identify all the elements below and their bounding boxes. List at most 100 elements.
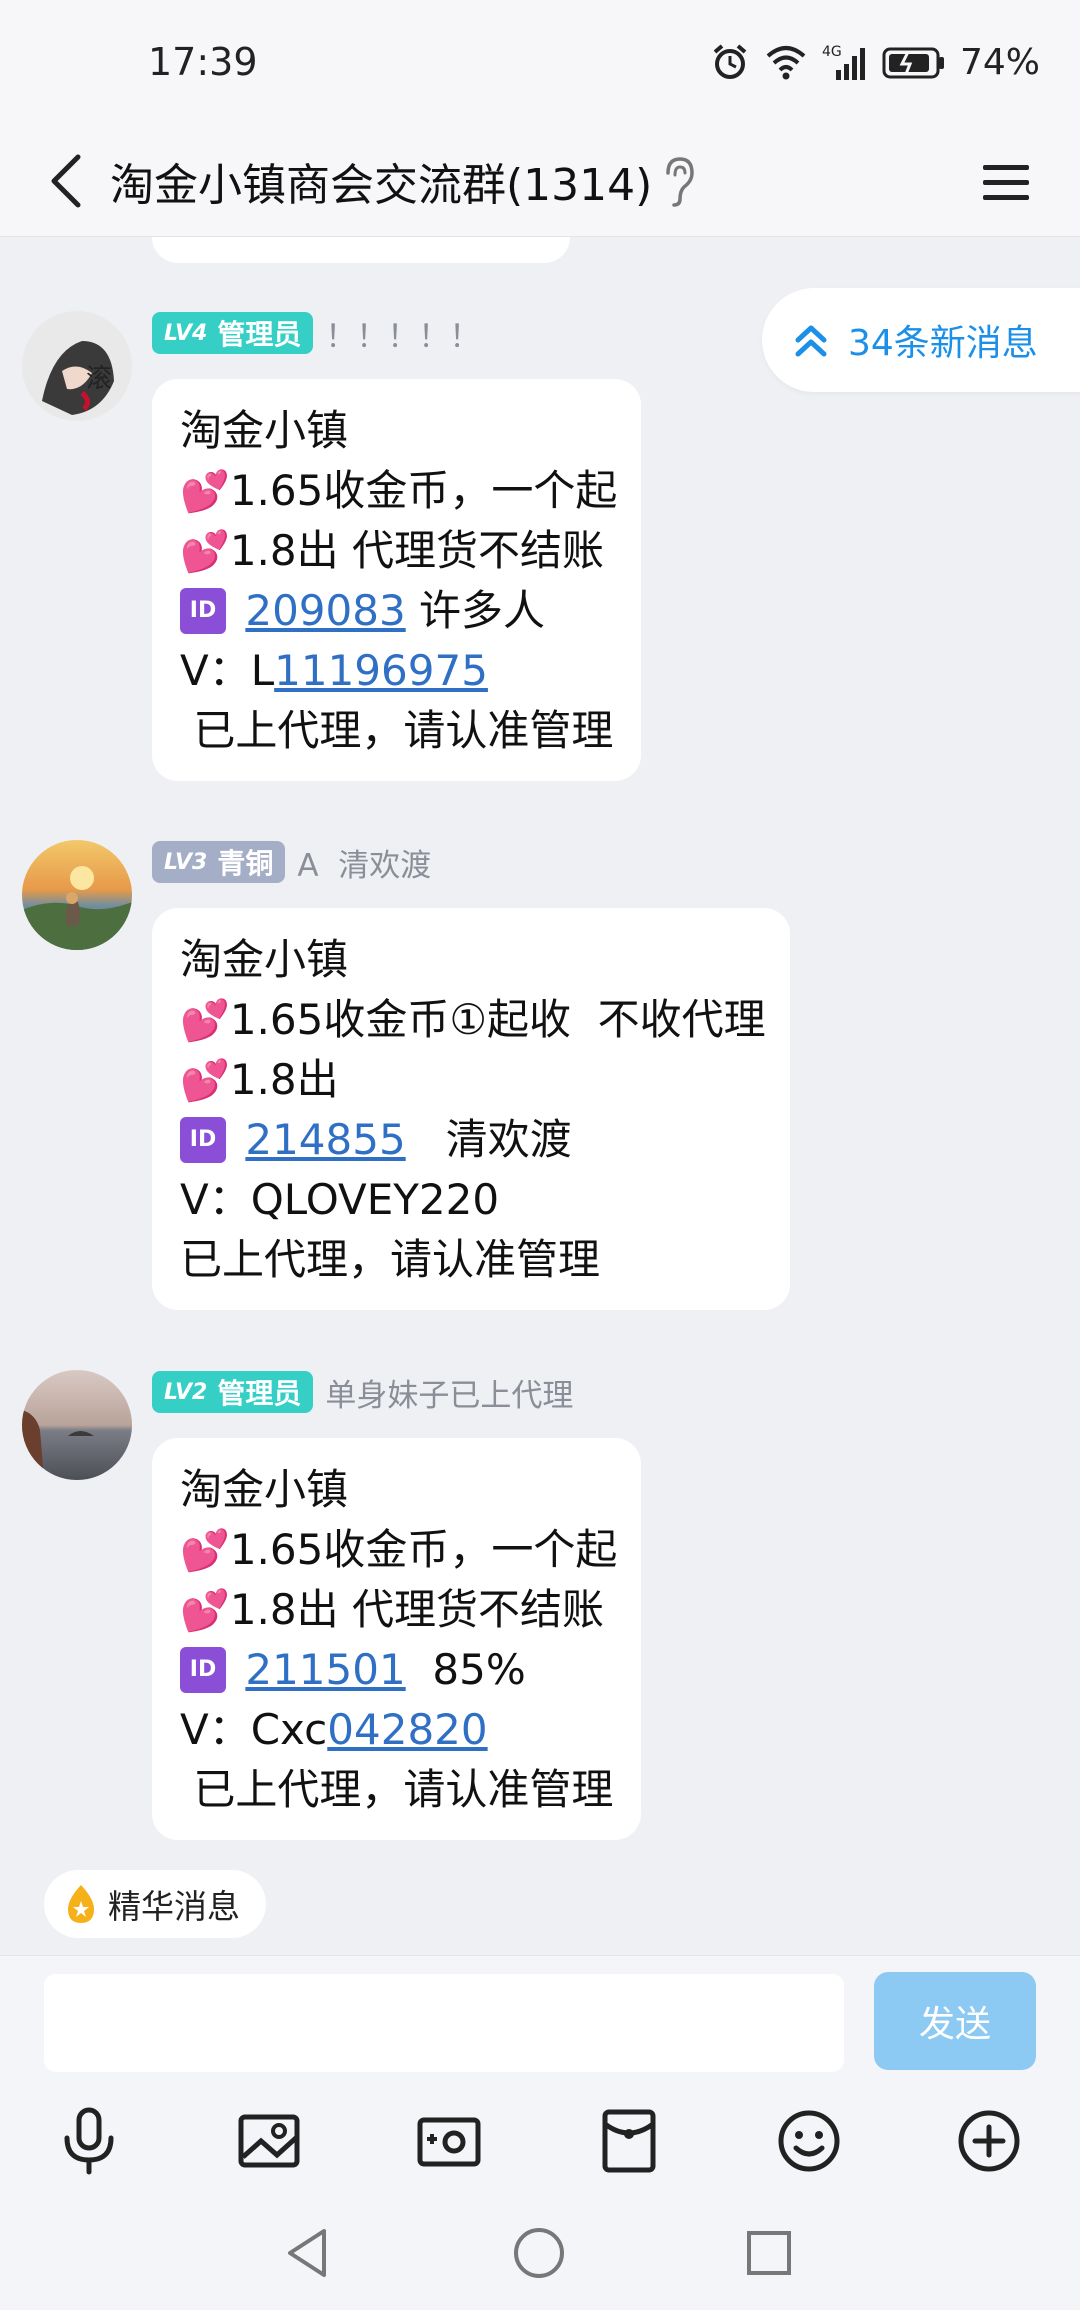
status-icons: 4G 74% <box>710 40 1040 84</box>
message-line: 淘金小镇 <box>180 406 349 455</box>
nav-back-icon <box>288 2229 326 2277</box>
message-bubble[interactable]: 淘金小镇 💕1.65收金币，一个起 💕1.8出 代理货不结账 ID 209083… <box>152 379 642 781</box>
ear-icon[interactable] <box>660 153 700 209</box>
message-line: ID 214855 清欢渡 <box>180 1110 766 1170</box>
menu-button[interactable] <box>968 145 1044 221</box>
message-line: V：Cxc042820 <box>180 1705 488 1754</box>
phone-link[interactable]: 042820 <box>327 1705 487 1754</box>
status-time: 17:39 <box>148 40 258 84</box>
flame-icon <box>68 1885 94 1923</box>
back-arrow-icon <box>51 154 81 208</box>
back-button[interactable] <box>28 143 104 219</box>
message-line: 💕1.8出 代理货不结账 <box>180 1585 604 1634</box>
more-button[interactable] <box>944 2096 1034 2186</box>
message-line: 已上代理，请认准管理 <box>180 706 614 755</box>
message-line: ID 211501 85% <box>180 1640 617 1700</box>
red-packet-icon <box>602 2109 656 2173</box>
message-line: 淘金小镇 <box>180 1465 349 1514</box>
message-line: 💕1.8出 代理货不结账 <box>180 526 604 575</box>
emoji-icon <box>778 2110 840 2172</box>
message-bubble[interactable]: 淘金小镇 💕1.65收金币，一个起 💕1.8出 代理货不结账 ID 211501… <box>152 1438 642 1840</box>
group-title: 淘金小镇商会交流群(1314) <box>110 160 653 211</box>
image-button[interactable] <box>224 2096 314 2186</box>
heart-icon: 💕 <box>180 529 230 575</box>
role-label: 管理员 <box>217 1377 302 1410</box>
message-input[interactable] <box>44 1974 844 2072</box>
heart-icon: 💕 <box>180 469 230 515</box>
alarm-icon <box>713 44 747 79</box>
svg-text:滚: 滚 <box>86 364 112 394</box>
level-label: LV2 <box>164 1379 208 1405</box>
sender-name[interactable]: A 清欢渡 <box>297 840 431 885</box>
microphone-icon <box>64 2107 114 2175</box>
id-icon: ID <box>180 1116 226 1163</box>
new-messages-label: 34条新消息 <box>848 323 1038 364</box>
red-packet-button[interactable] <box>584 2096 674 2186</box>
phone-link[interactable]: 11196975 <box>274 646 488 695</box>
heart-icon: 💕 <box>180 998 230 1044</box>
message-line: 💕1.8出 <box>180 1055 339 1104</box>
level-badge: LV3 青铜 <box>152 841 286 883</box>
role-label: 管理员 <box>217 318 302 351</box>
avatar-image <box>22 840 132 950</box>
level-badge: LV2 管理员 <box>152 1371 314 1413</box>
camera-icon <box>417 2117 481 2167</box>
signal-icon: 4G <box>822 44 865 80</box>
camera-button[interactable] <box>404 2096 494 2186</box>
sender-line: LV2 管理员 单身妹子已上代理 <box>152 1370 573 1414</box>
sender-name[interactable]: 单身妹子已上代理 <box>325 1370 573 1415</box>
message-line: V：L11196975 <box>180 646 488 695</box>
battery-percent: 74% <box>959 41 1040 83</box>
message-line: 淘金小镇 <box>180 935 349 984</box>
avatar[interactable]: 滚 <box>22 311 132 421</box>
system-nav-bar <box>0 2200 1080 2310</box>
menu-icon <box>983 165 1029 200</box>
plus-icon <box>958 2110 1020 2172</box>
new-messages-button[interactable]: 34条新消息 <box>762 288 1080 392</box>
id-icon: ID <box>180 587 226 634</box>
chat-area[interactable]: 滚 LV4 管理员 ！！！！！ 淘金小镇 💕1.65收金币，一个起 💕1.8出 … <box>0 237 1080 1857</box>
id-link[interactable]: 209083 <box>245 586 405 635</box>
level-badge: LV4 管理员 <box>152 312 314 354</box>
nav-recents-icon <box>747 2231 791 2275</box>
message-line: 已上代理，请认准管理 <box>180 1235 601 1284</box>
message-line: 💕1.65收金币，一个起 <box>180 466 618 515</box>
level-label: LV4 <box>164 320 208 346</box>
send-button[interactable]: 发送 <box>874 1972 1036 2070</box>
nav-home-button[interactable] <box>504 2218 574 2288</box>
voice-button[interactable] <box>44 2096 134 2186</box>
nav-recents-button[interactable] <box>734 2218 804 2288</box>
emoji-button[interactable] <box>764 2096 854 2186</box>
composer-toolbar <box>0 2096 1080 2196</box>
image-icon <box>238 2114 300 2168</box>
avatar[interactable] <box>22 1370 132 1480</box>
message-line: 已上代理，请认准管理 <box>180 1765 614 1814</box>
avatar-image: 滚 <box>22 311 132 421</box>
nav-back-button[interactable] <box>272 2218 342 2288</box>
message-line: 💕1.65收金币①起收 不收代理 <box>180 995 766 1044</box>
heart-icon: 💕 <box>180 1528 230 1574</box>
status-bar: 17:39 4G 74% <box>0 0 1080 125</box>
level-label: LV3 <box>164 849 208 875</box>
essence-messages-button[interactable]: 精华消息 <box>44 1870 266 1938</box>
battery-icon <box>882 47 944 79</box>
message-bubble[interactable]: 淘金小镇 💕1.65收金币①起收 不收代理 💕1.8出 ID 214855 清欢… <box>152 908 790 1310</box>
double-chevron-up-icon <box>795 325 827 357</box>
id-link[interactable]: 211501 <box>245 1645 405 1694</box>
sender-name[interactable]: ！！！！！ <box>325 311 480 356</box>
svg-text:4G: 4G <box>822 44 842 60</box>
avatar-image <box>22 1370 132 1480</box>
wifi-icon <box>766 46 806 80</box>
message-line: ID 209083 许多人 <box>180 581 617 641</box>
nav-home-icon <box>514 2228 564 2278</box>
heart-icon: 💕 <box>180 1588 230 1634</box>
chat-header: 淘金小镇商会交流群(1314) <box>0 125 1080 237</box>
avatar[interactable] <box>22 840 132 950</box>
heart-icon: 💕 <box>180 1058 230 1104</box>
id-icon: ID <box>180 1646 226 1693</box>
essence-label: 精华消息 <box>108 1887 240 1926</box>
sender-line: LV3 青铜 A 清欢渡 <box>152 840 431 884</box>
message-line: V：QLOVEY220 <box>180 1175 500 1224</box>
sender-line: LV4 管理员 ！！！！！ <box>152 311 480 355</box>
id-link[interactable]: 214855 <box>245 1115 405 1164</box>
